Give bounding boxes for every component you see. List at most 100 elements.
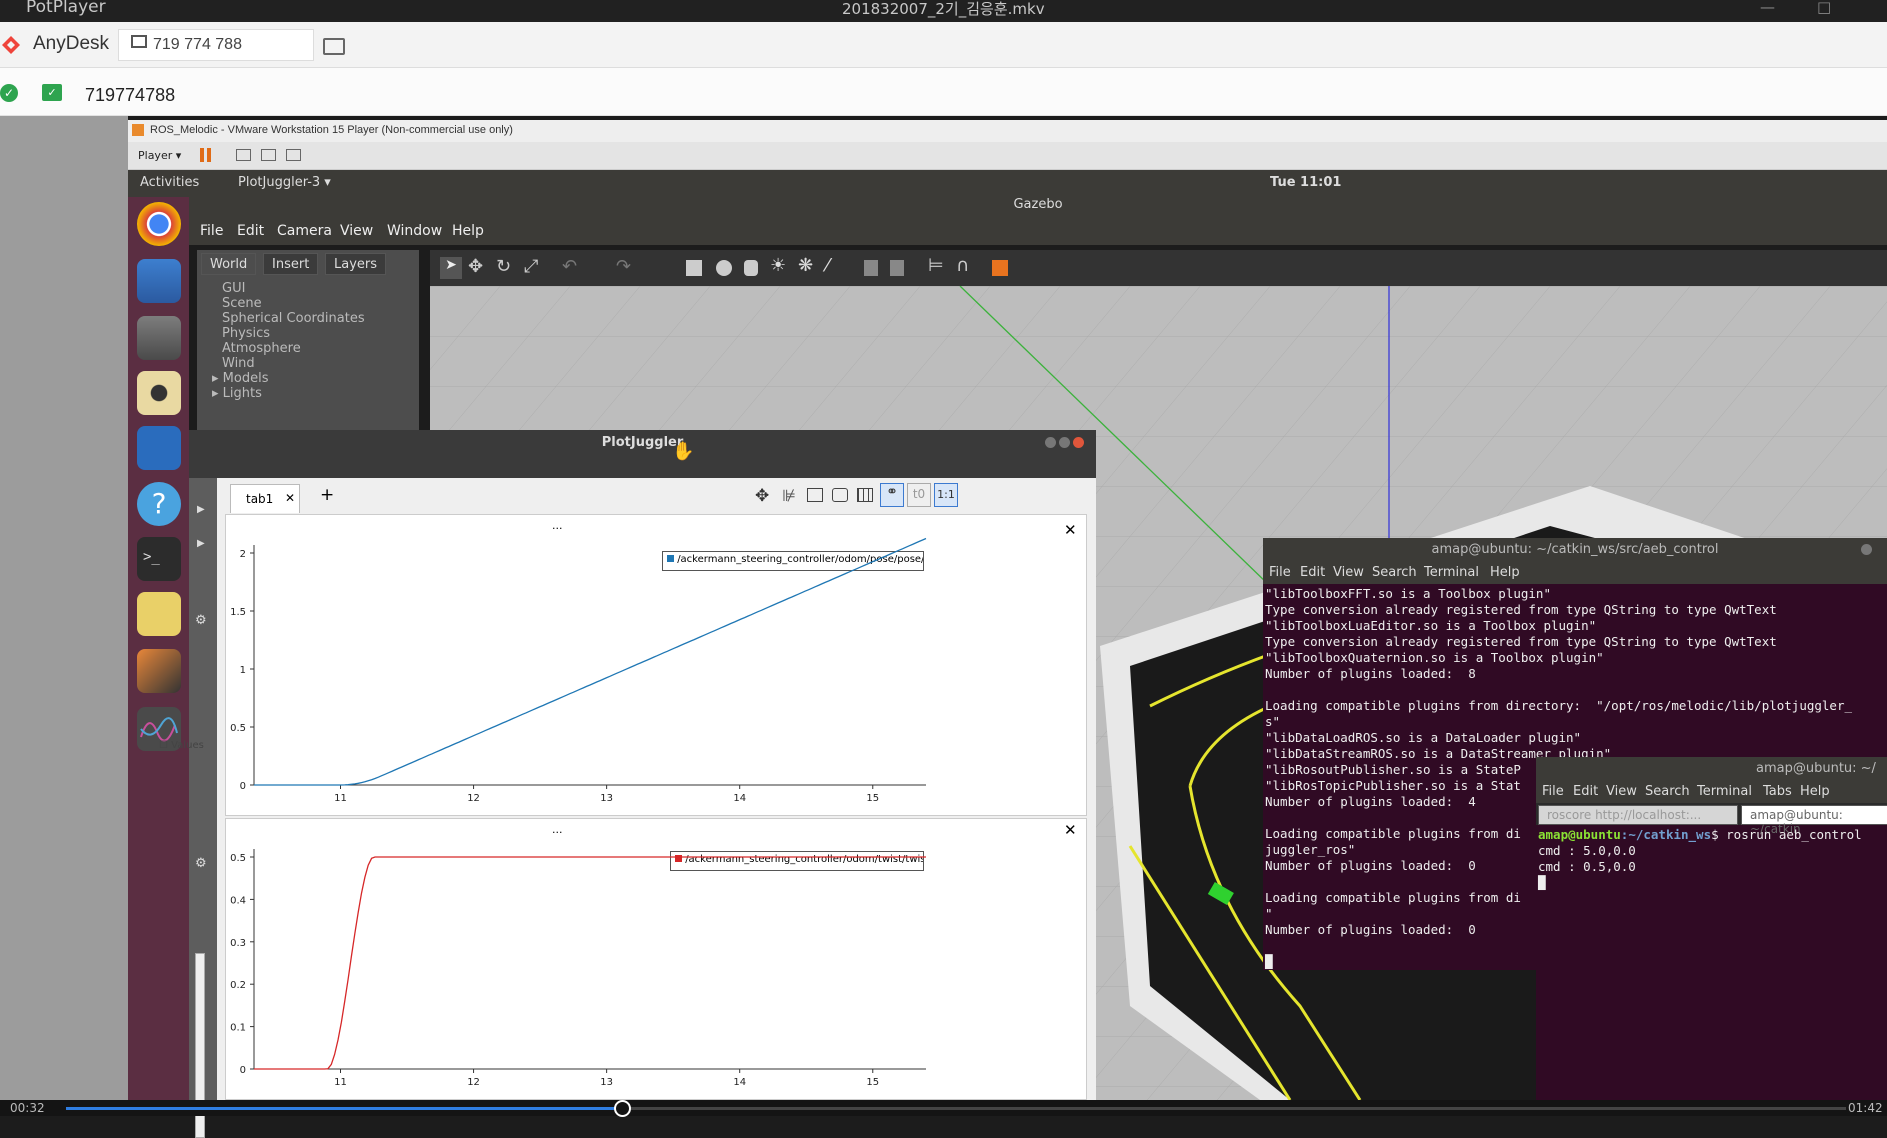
copy-icon[interactable] (864, 260, 878, 276)
terminal-menu-edit[interactable]: Edit (1300, 565, 1325, 580)
maximize-icon[interactable]: □ (1817, 0, 1831, 16)
terminal-menu-terminal[interactable]: Terminal (1697, 784, 1752, 799)
sidebar-arrow-icon[interactable]: ▶ (197, 504, 205, 515)
move-icon[interactable]: ✥ (755, 486, 769, 506)
terminal-menu-help[interactable]: Help (1800, 784, 1830, 799)
fullscreen-icon[interactable] (261, 149, 276, 161)
gazebo-menu-edit[interactable]: Edit (237, 223, 264, 239)
gazebo-menu-camera[interactable]: Camera (277, 223, 332, 239)
terminal-menu-view[interactable]: View (1606, 784, 1637, 799)
paste-icon[interactable] (890, 260, 904, 276)
sidebar-arrow-icon[interactable]: ▶ (197, 538, 205, 549)
zoom-out-icon[interactable]: ⊯ (782, 486, 796, 505)
new-session-icon[interactable] (323, 38, 345, 55)
snap-icon[interactable]: ∩ (956, 255, 969, 276)
unity-icon[interactable] (286, 149, 301, 161)
activities-button[interactable]: Activities (140, 175, 199, 190)
link-icon[interactable]: ⚭ (880, 483, 904, 507)
directional-light-icon[interactable]: ⁄ (826, 255, 829, 276)
terminal-menu-view[interactable]: View (1333, 565, 1364, 580)
terminal-icon[interactable]: >_ (137, 537, 181, 581)
minimize-icon[interactable]: — (1760, 0, 1775, 16)
undo-icon[interactable]: ↶ (562, 256, 577, 277)
tab-layers[interactable]: Layers (325, 253, 387, 275)
tab-insert[interactable]: Insert (263, 253, 319, 275)
tree-item-scene[interactable]: Scene (222, 296, 365, 311)
time-zero-icon[interactable]: t0 (907, 483, 931, 507)
cylinder-shape-icon[interactable] (744, 260, 758, 276)
seek-bar[interactable] (66, 1107, 1846, 1110)
anydesk-session-tab[interactable]: 719 774 788 (118, 29, 314, 61)
close-tab-icon[interactable]: ✕ (285, 491, 295, 505)
minimize-icon[interactable] (1045, 437, 1056, 448)
send-ctrl-alt-del-icon[interactable] (236, 149, 251, 161)
maximize-icon[interactable] (1059, 437, 1070, 448)
sphere-shape-icon[interactable] (716, 260, 732, 276)
add-tab-button[interactable]: + (320, 485, 334, 505)
gazebo-menu-file[interactable]: File (200, 223, 223, 239)
plotjuggler-titlebar[interactable]: PlotJuggler (189, 430, 1096, 456)
point-light-icon[interactable]: ☀ (770, 255, 786, 276)
writer-icon[interactable] (137, 426, 181, 470)
terminal-menu-edit[interactable]: Edit (1573, 784, 1598, 799)
translate-tool-icon[interactable]: ✥ (468, 256, 483, 277)
tree-item-spherical-coordinates[interactable]: Spherical Coordinates (222, 311, 365, 326)
terminal-titlebar[interactable]: amap@ubuntu: ~/ (1536, 757, 1887, 781)
gazebo-menu-window[interactable]: Window (387, 223, 442, 239)
legend-icon[interactable] (807, 488, 823, 502)
thunderbird-icon[interactable] (137, 259, 181, 303)
align-icon[interactable]: ⊨ (928, 255, 944, 276)
clock[interactable]: Tue 11:01 (1270, 175, 1341, 190)
tree-item-physics[interactable]: Physics (222, 326, 365, 341)
gazebo-menu-view[interactable]: View (340, 223, 373, 239)
active-app-menu[interactable]: PlotJuggler-3 ▾ (238, 175, 331, 190)
files-icon[interactable] (137, 316, 181, 360)
plot-linear-x[interactable]: ... ✕ /ackermann_steering_controller/odo… (225, 818, 1087, 1100)
settings-gear-icon[interactable]: ⚙ (195, 856, 207, 871)
box-shape-icon[interactable] (686, 260, 702, 276)
terminal-menu-terminal[interactable]: Terminal (1424, 565, 1479, 580)
series-line (254, 856, 926, 1070)
tree-item-atmosphere[interactable]: Atmosphere (222, 341, 365, 356)
calendar-icon[interactable] (832, 488, 848, 502)
redo-icon[interactable]: ↷ (616, 256, 631, 277)
pause-icon[interactable] (200, 148, 204, 162)
grid-icon[interactable] (857, 488, 873, 502)
remote-id-field[interactable]: 719774788 (85, 85, 175, 106)
terminal-menu-file[interactable]: File (1269, 565, 1291, 580)
tree-item-wind[interactable]: Wind (222, 356, 365, 371)
tree-item-lights[interactable]: ▸ Lights (212, 386, 365, 401)
select-tool-icon[interactable]: ➤ (440, 257, 462, 279)
rotate-tool-icon[interactable]: ↻ (496, 256, 511, 277)
tab-world[interactable]: World (201, 253, 257, 275)
chrome-icon[interactable] (137, 202, 181, 246)
terminal-titlebar[interactable]: amap@ubuntu: ~/catkin_ws/src/aeb_control (1263, 538, 1887, 562)
ratio-button[interactable]: 1:1 (934, 483, 958, 507)
help-icon[interactable]: ? (137, 482, 181, 526)
tree-item-gui[interactable]: GUI (222, 281, 365, 296)
rhythmbox-icon[interactable] (137, 371, 181, 415)
scale-tool-icon[interactable]: ⤢ (524, 256, 538, 277)
settings-gear-icon[interactable]: ⚙ (195, 613, 207, 628)
tree-item-models[interactable]: ▸ Models (212, 371, 365, 386)
terminal-tab-roscore[interactable]: roscore http://localhost:... (1538, 805, 1738, 825)
plot-position-x[interactable]: ... ✕ /ackermann_steering_controller/odo… (225, 514, 1087, 816)
tab-tab1[interactable]: tab1 ✕ (230, 484, 300, 513)
minimize-icon[interactable] (1861, 544, 1872, 555)
seek-handle[interactable] (614, 1100, 631, 1117)
terminal-menu-tabs[interactable]: Tabs (1763, 784, 1792, 799)
terminal-tab-catkin[interactable]: amap@ubuntu: ~/catkin (1741, 805, 1887, 836)
terminal-menu-search[interactable]: Search (1645, 784, 1690, 799)
terminal-window-aeb[interactable]: amap@ubuntu: ~/ File Edit View Search Te… (1536, 757, 1887, 1100)
view-angle-icon[interactable] (992, 260, 1008, 276)
spot-light-icon[interactable]: ❋ (798, 255, 813, 276)
close-icon[interactable] (1073, 437, 1084, 448)
gazebo-icon[interactable] (137, 649, 181, 693)
gazebo-teapot-icon[interactable] (137, 592, 181, 636)
terminal-menu-help[interactable]: Help (1490, 565, 1520, 580)
values-checkbox[interactable]: ☐ Values (159, 740, 204, 751)
player-menu-button[interactable]: Player ▾ (138, 149, 181, 162)
terminal-menu-search[interactable]: Search (1372, 565, 1417, 580)
terminal-menu-file[interactable]: File (1542, 784, 1564, 799)
gazebo-menu-help[interactable]: Help (452, 223, 484, 239)
